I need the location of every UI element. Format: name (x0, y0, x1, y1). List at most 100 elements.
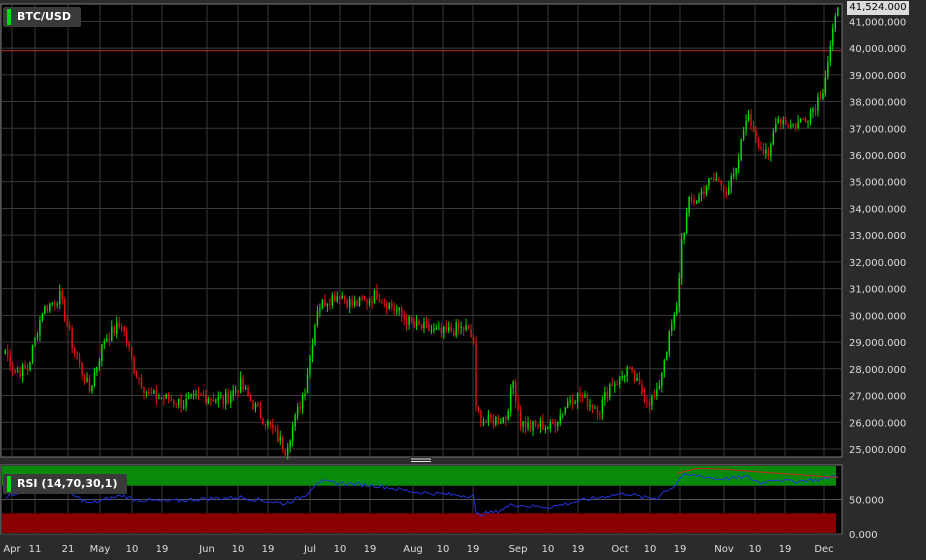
candle-body (267, 421, 269, 426)
candle-body (383, 302, 386, 304)
pane-resize-handle[interactable] (410, 457, 432, 464)
candle-body (195, 393, 197, 395)
candle-body (185, 398, 187, 407)
date-axis-tick-label: 10 (232, 544, 245, 555)
candle-body (54, 302, 56, 305)
candle-body (145, 392, 148, 394)
candle-body (11, 365, 14, 370)
candle-body (534, 421, 537, 425)
candle-body (564, 407, 566, 414)
candle-body (827, 62, 829, 78)
candle-body (618, 376, 621, 385)
candle-body (775, 123, 777, 132)
candle-body (225, 392, 227, 404)
candle-body (418, 321, 420, 325)
candle-body (19, 370, 21, 377)
candle-body (334, 295, 336, 302)
date-axis-tick-label: 10 (334, 544, 347, 555)
candle-body (115, 322, 118, 334)
candle-body (794, 123, 797, 128)
rsi-badge: RSI (14,70,30,1) (3, 474, 128, 494)
candle-body (101, 344, 103, 361)
candle-body (586, 394, 589, 407)
candle-body (445, 326, 448, 331)
candle-body (9, 354, 11, 366)
candle-body (822, 93, 824, 99)
rsi-label: RSI (14,70,30,1) (17, 477, 118, 490)
price-chart[interactable]: 25,000.000 26,000.000 27,000.000 28,000.000… (0, 0, 926, 560)
price-axis-tick-label: 41,000.000 (849, 17, 906, 28)
candle-body (363, 299, 366, 301)
date-axis-tick-label: 21 (62, 544, 75, 555)
candle-body (205, 394, 207, 403)
candle-body (596, 407, 599, 414)
candle-body (467, 325, 470, 330)
candle-body (41, 313, 44, 320)
candle-body (802, 118, 804, 120)
candle-body (762, 148, 765, 154)
candle-body (336, 296, 338, 302)
price-pane (0, 3, 843, 458)
candle-body (668, 331, 671, 352)
candle-body (472, 337, 475, 343)
candle-body (158, 397, 160, 400)
candle-body (44, 305, 46, 314)
candle-body (685, 212, 688, 233)
candle-body (368, 300, 371, 304)
candle-body (561, 413, 564, 415)
candle-body (279, 437, 282, 442)
candle-body (405, 318, 408, 325)
candle-body (46, 305, 49, 311)
candle-body (56, 304, 59, 306)
candle-body (96, 367, 98, 373)
candle-body (594, 407, 596, 409)
candle-body (326, 303, 329, 307)
candle-body (244, 387, 247, 390)
candle-body (633, 369, 636, 382)
candle-body (247, 387, 249, 396)
candle-body (457, 322, 460, 328)
candle-body (229, 395, 232, 403)
candle-body (71, 327, 73, 348)
candle-body (148, 392, 150, 394)
candle-body (351, 299, 353, 306)
candle-body (658, 386, 661, 390)
candle-body (609, 384, 611, 398)
candle-body (239, 378, 242, 393)
candle-body (648, 402, 651, 406)
candle-body (76, 353, 78, 359)
candle-body (423, 321, 425, 329)
price-axis-tick-label: 32,000.000 (849, 258, 906, 269)
candle-body (519, 410, 522, 427)
candle-body (812, 108, 814, 112)
candle-body (66, 320, 68, 326)
candle-body (547, 428, 549, 430)
candle-body (165, 393, 168, 399)
candle-body (284, 449, 286, 456)
candle-body (378, 299, 381, 302)
candle-body (636, 377, 638, 382)
candle-body (477, 406, 480, 412)
candle-body (765, 149, 767, 154)
candle-body (574, 402, 576, 404)
candle-body (559, 414, 561, 423)
candle-body (143, 387, 145, 393)
candle-body (651, 396, 653, 406)
candle-body (306, 374, 309, 394)
candle-body (133, 357, 135, 374)
candle-body (708, 178, 710, 186)
candle-body (688, 196, 690, 213)
last-price-tag: 41,524.000 (847, 1, 909, 15)
candle-body (413, 321, 415, 327)
candle-body (807, 121, 809, 123)
candle-body (301, 395, 304, 409)
candle-body (606, 392, 609, 398)
candle-body (591, 404, 594, 409)
candle-body (824, 77, 827, 94)
candle-body (542, 420, 544, 430)
candle-body (6, 350, 9, 355)
date-axis-tick-label: 19 (156, 544, 169, 555)
price-axis-tick-label: 30,000.000 (849, 311, 906, 322)
candle-body (408, 316, 410, 325)
candle-body (487, 415, 490, 423)
